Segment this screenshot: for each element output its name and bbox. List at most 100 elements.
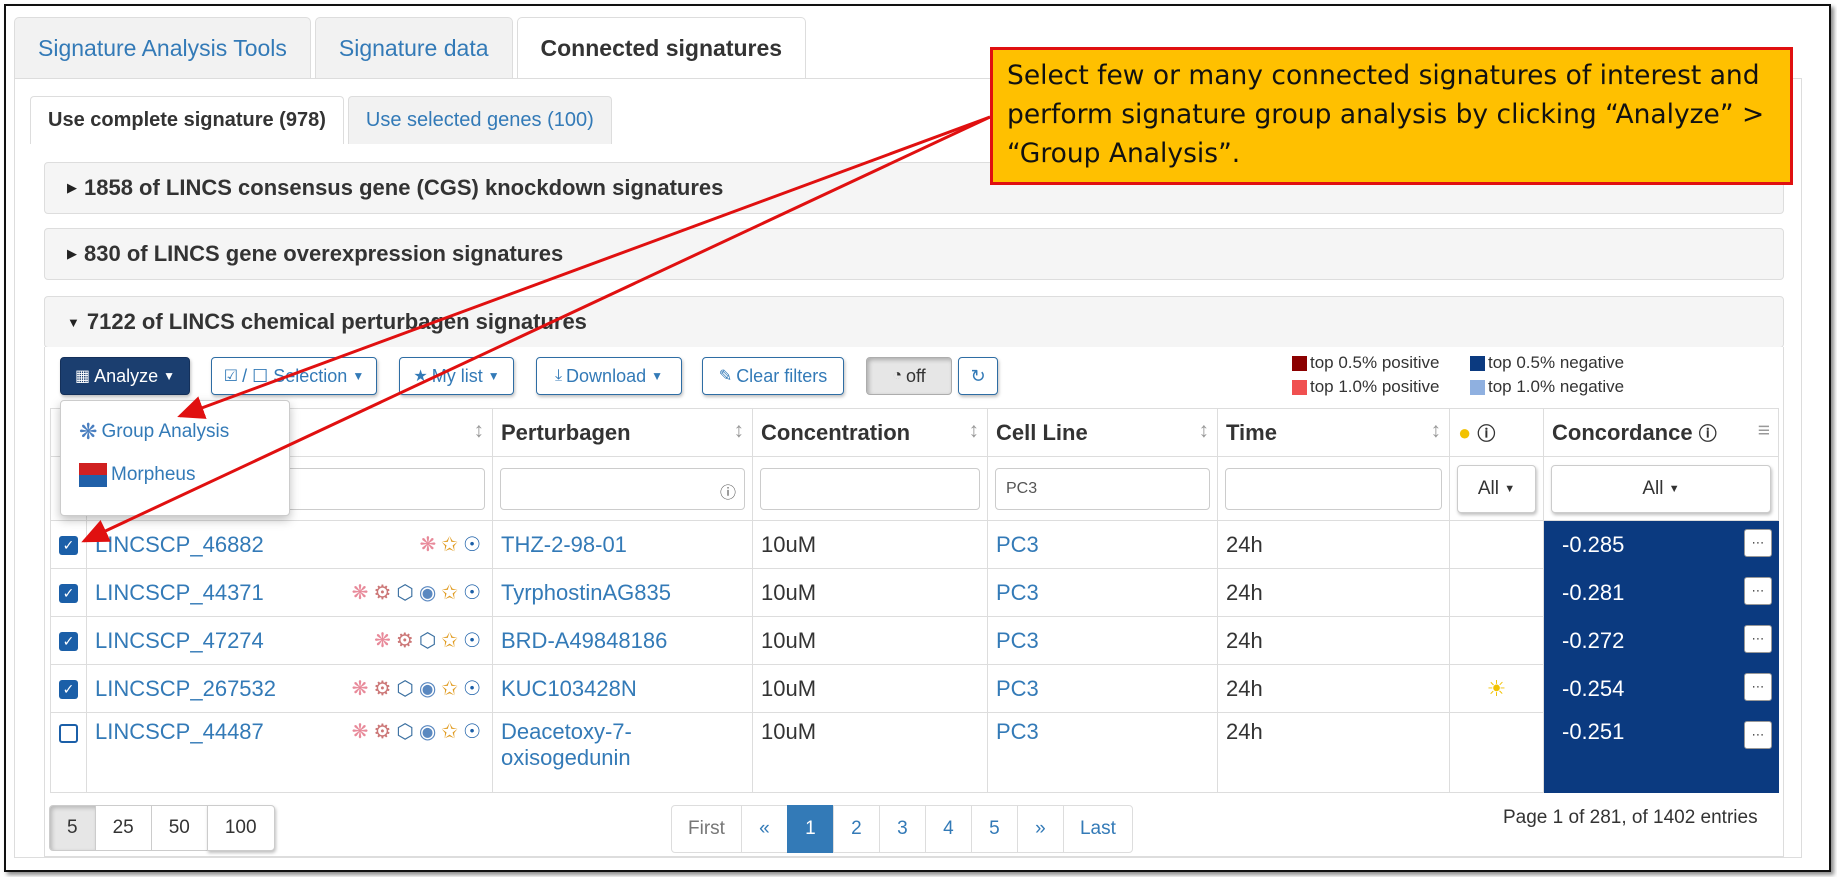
scatter-plot-icon[interactable]: ⋯	[1744, 721, 1772, 749]
my-list-button[interactable]: ★ My list ▼	[399, 357, 514, 395]
row-checkbox-cell: ✓	[50, 520, 87, 569]
page-3[interactable]: 3	[878, 805, 926, 853]
page-next[interactable]: »	[1016, 805, 1064, 853]
menu-item-morpheus[interactable]: Morpheus	[79, 463, 196, 487]
star-outline-icon[interactable]: ✩	[441, 678, 463, 700]
gear-icon[interactable]: ⚙	[373, 721, 396, 743]
hexagon-icon[interactable]: ⬡	[396, 721, 418, 743]
perturbagen-cell[interactable]: THZ-2-98-01	[492, 520, 753, 569]
network-icon[interactable]: ❋	[420, 534, 442, 556]
clear-filters-button[interactable]: ✎ Clear filters	[702, 357, 844, 395]
page-size-50[interactable]: 50	[150, 805, 208, 851]
analyze-button[interactable]: ▦ Analyze ▼	[60, 357, 190, 395]
row-checkbox[interactable]: ✓	[59, 632, 78, 652]
gear-icon[interactable]: ⚙	[396, 630, 419, 652]
cell-line-cell[interactable]: PC3	[987, 616, 1218, 665]
network-icon[interactable]: ❋	[352, 721, 374, 743]
concordance-filter-dropdown[interactable]: All ▼	[1551, 464, 1771, 513]
cell-line-cell[interactable]: PC3	[987, 712, 1218, 793]
filter-concordance-cell: All ▼	[1543, 456, 1779, 521]
cell-line-cell[interactable]: PC3	[987, 568, 1218, 617]
star-outline-icon[interactable]: ✩	[441, 534, 463, 556]
page-2[interactable]: 2	[832, 805, 880, 853]
accordion-chemical[interactable]: ▼ 7122 of LINCS chemical perturbagen sig…	[44, 296, 1784, 348]
refresh-button[interactable]: ↻	[958, 357, 998, 395]
page-size-5[interactable]: 5	[49, 805, 96, 851]
pie-toggle-button[interactable]: ◔ off	[866, 357, 952, 395]
page-size-100[interactable]: 100	[206, 805, 275, 851]
signature-id-link[interactable]: LINCSCP_46882	[95, 532, 264, 557]
signature-cell: LINCSCP_267532 ❋⚙⬡◉✩☉	[86, 664, 493, 713]
time-filter-input[interactable]	[1225, 467, 1442, 510]
globe-icon[interactable]: ◉	[419, 582, 441, 604]
row-checkbox[interactable]	[59, 723, 78, 743]
page-prev[interactable]: «	[740, 805, 788, 853]
caret-icon: ▼	[352, 369, 365, 383]
hexagon-icon[interactable]: ⬡	[419, 630, 441, 652]
scatter-plot-icon[interactable]: ⋯	[1744, 577, 1772, 605]
eye-icon[interactable]: ☉	[463, 630, 486, 652]
tab-use-selected-genes[interactable]: Use selected genes (100)	[347, 96, 612, 144]
eye-icon[interactable]: ☉	[463, 721, 486, 743]
tab-connected-signatures[interactable]: Connected signatures	[516, 17, 807, 79]
row-checkbox[interactable]: ✓	[59, 680, 78, 700]
tab-signature-analysis-tools[interactable]: Signature Analysis Tools	[14, 17, 311, 79]
star-outline-icon[interactable]: ✩	[441, 630, 463, 652]
row-checkbox[interactable]: ✓	[59, 536, 78, 556]
page-1[interactable]: 1	[786, 805, 834, 853]
sun-filter-dropdown[interactable]: All ▼	[1457, 464, 1536, 513]
network-icon[interactable]: ❋	[352, 678, 374, 700]
scatter-plot-icon[interactable]: ⋯	[1744, 625, 1772, 653]
header-cell-line[interactable]: Cell Line ↕	[987, 408, 1218, 457]
sort-icon: ↕	[473, 419, 485, 442]
signature-id-link[interactable]: LINCSCP_44371	[95, 580, 264, 605]
menu-item-group-analysis[interactable]: ❋ Group Analysis	[79, 419, 229, 445]
page-first[interactable]: First	[671, 805, 742, 853]
perturbagen-cell[interactable]: KUC103428N	[492, 664, 753, 713]
network-icon: ❋	[79, 419, 98, 444]
cell-line-filter-input[interactable]: PC3	[995, 467, 1210, 510]
hexagon-icon[interactable]: ⬡	[396, 678, 418, 700]
eye-icon[interactable]: ☉	[463, 534, 486, 556]
header-concentration[interactable]: Concentration ↕	[752, 408, 988, 457]
header-perturbagen[interactable]: Perturbagen ↕	[492, 408, 753, 457]
concentration-cell: 10uM	[752, 616, 988, 665]
scatter-plot-icon[interactable]: ⋯	[1744, 673, 1772, 701]
tab-use-complete-signature[interactable]: Use complete signature (978)	[30, 96, 344, 144]
signature-id-link[interactable]: LINCSCP_44487	[95, 719, 264, 744]
globe-icon[interactable]: ◉	[419, 678, 441, 700]
network-icon[interactable]: ❋	[374, 630, 396, 652]
star-outline-icon[interactable]: ✩	[441, 582, 463, 604]
cell-line-cell[interactable]: PC3	[987, 664, 1218, 713]
download-button[interactable]: ⤓ Download ▼	[536, 357, 682, 395]
perturbagen-cell[interactable]: TyrphostinAG835	[492, 568, 753, 617]
eye-icon[interactable]: ☉	[463, 582, 486, 604]
page-size-25[interactable]: 25	[94, 805, 152, 851]
globe-icon[interactable]: ◉	[419, 721, 441, 743]
gear-icon[interactable]: ⚙	[373, 678, 396, 700]
gear-icon[interactable]: ⚙	[373, 582, 396, 604]
legend-positive: top 0.5% positive top 1.0% positive	[1292, 351, 1439, 399]
perturbagen-cell[interactable]: Deacetoxy-7- oxisogedunin	[492, 712, 753, 793]
selection-button[interactable]: ☑ / ☐ Selection ▼	[211, 357, 377, 395]
tab-signature-data[interactable]: Signature data	[314, 17, 513, 79]
page-5[interactable]: 5	[970, 805, 1018, 853]
star-outline-icon[interactable]: ✩	[441, 721, 463, 743]
row-checkbox[interactable]: ✓	[59, 584, 78, 604]
signature-id-link[interactable]: LINCSCP_47274	[95, 628, 264, 653]
page-size-group: 5 25 50 100	[49, 805, 275, 851]
header-concordance[interactable]: Concordance ⓘ ≡	[1543, 408, 1779, 457]
eye-icon[interactable]: ☉	[463, 678, 486, 700]
accordion-overexpression[interactable]: ▶ 830 of LINCS gene overexpression signa…	[44, 228, 1784, 280]
concentration-filter-input[interactable]	[760, 467, 980, 510]
hexagon-icon[interactable]: ⬡	[396, 582, 418, 604]
page-last[interactable]: Last	[1062, 805, 1133, 853]
network-icon[interactable]: ❋	[352, 582, 374, 604]
perturbagen-cell[interactable]: BRD-A49848186	[492, 616, 753, 665]
page-4[interactable]: 4	[924, 805, 972, 853]
signature-id-link[interactable]: LINCSCP_267532	[95, 676, 276, 701]
perturbagen-filter-input[interactable]: ⓘ	[500, 467, 745, 510]
cell-line-cell[interactable]: PC3	[987, 520, 1218, 569]
scatter-plot-icon[interactable]: ⋯	[1744, 529, 1772, 557]
header-time[interactable]: Time ↕	[1217, 408, 1450, 457]
